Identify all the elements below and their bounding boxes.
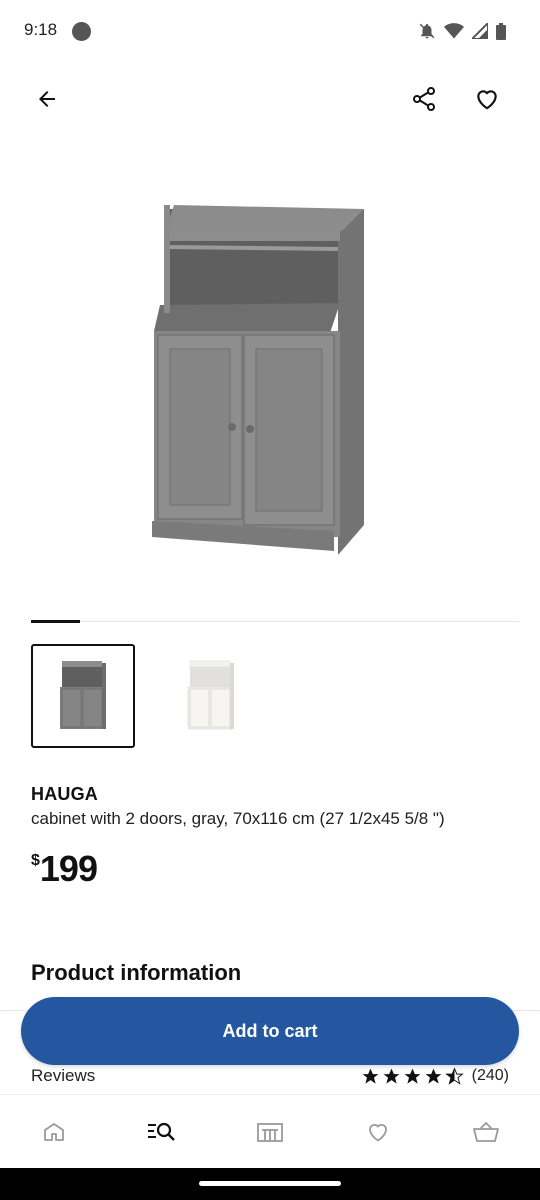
notification-dot-icon: [72, 22, 91, 41]
bottom-nav-favourites[interactable]: [324, 1095, 432, 1168]
battery-icon: [496, 22, 506, 40]
star-icon: [425, 1068, 442, 1084]
heart-icon: [369, 1123, 387, 1141]
rating-stars: [361, 1066, 464, 1086]
reviews-label: Reviews: [31, 1066, 96, 1085]
image-carousel-indicator: [31, 620, 80, 623]
cabinet-image: [152, 205, 364, 555]
reviews-row[interactable]: Reviews (240): [31, 1064, 509, 1088]
bottom-nav-cart[interactable]: [432, 1095, 540, 1168]
image-carousel-track: [31, 621, 519, 622]
variant-thumbnails: [31, 644, 263, 748]
notifications-off-icon: [419, 23, 435, 39]
star-icon: [404, 1068, 421, 1084]
heart-icon: [477, 90, 497, 110]
basket-icon: [473, 1121, 499, 1142]
variant-thumbnail-gray[interactable]: [31, 644, 135, 748]
product-image[interactable]: [130, 185, 390, 565]
cabinet-gray-thumbnail: [60, 661, 106, 729]
store-icon: [257, 1122, 283, 1142]
bottom-nav: [0, 1094, 540, 1168]
product-name: HAUGA: [31, 784, 98, 804]
top-nav: [0, 76, 540, 126]
status-bar: 9:18: [0, 0, 540, 64]
product-price: $ 199: [31, 848, 98, 890]
product-description: cabinet with 2 doors, gray, 70x116 cm (2…: [31, 809, 445, 828]
share-icon: [413, 87, 435, 111]
star-icon: [383, 1068, 400, 1084]
variant-thumbnail-white[interactable]: [159, 644, 263, 748]
signal-icon: [472, 23, 488, 39]
price-amount: 199: [39, 848, 98, 889]
bottom-nav-store[interactable]: [216, 1095, 324, 1168]
star-icon: [362, 1068, 379, 1084]
price-currency: $: [31, 852, 40, 869]
status-icons: [418, 22, 506, 40]
star-half-icon: [444, 1066, 464, 1085]
product-information-heading[interactable]: Product information: [31, 960, 241, 986]
bottom-nav-home[interactable]: [0, 1095, 108, 1168]
back-button[interactable]: [25, 77, 69, 121]
status-time: 9:18: [24, 20, 58, 39]
review-count: (240): [471, 1067, 509, 1084]
wifi-icon: [444, 23, 464, 39]
favourite-button[interactable]: [465, 77, 509, 121]
add-to-cart-button[interactable]: Add to cart: [21, 997, 519, 1065]
gesture-handle[interactable]: [199, 1181, 341, 1186]
share-button[interactable]: [402, 77, 446, 121]
rating: (240): [361, 1066, 509, 1086]
bottom-nav-search[interactable]: [108, 1095, 216, 1168]
cabinet-white-thumbnail: [187, 660, 234, 730]
home-icon: [44, 1122, 64, 1141]
arrow-left-icon: [39, 91, 55, 107]
search-list-icon: [148, 1122, 175, 1141]
